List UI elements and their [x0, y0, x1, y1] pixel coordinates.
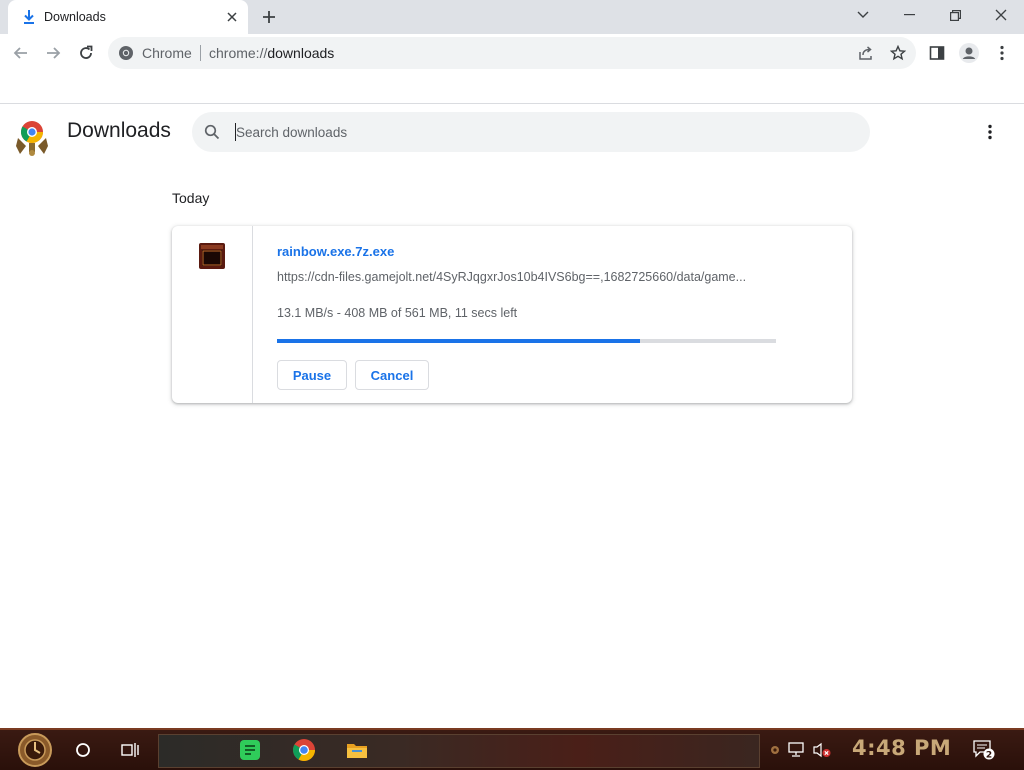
back-button[interactable]	[9, 41, 33, 65]
chrome-icon	[119, 46, 133, 60]
circle-icon	[76, 743, 90, 757]
chrome-logo-icon	[16, 121, 48, 156]
new-tab-button[interactable]	[259, 7, 279, 27]
download-progress-bar	[277, 339, 776, 343]
start-button[interactable]	[12, 732, 58, 768]
kebab-menu-icon	[988, 124, 992, 140]
network-icon	[788, 742, 804, 757]
search-input[interactable]	[236, 122, 836, 142]
tray-overflow-icon[interactable]	[765, 740, 785, 760]
tab-downloads[interactable]: Downloads	[8, 0, 248, 34]
notification-icon: 2	[973, 740, 995, 760]
page-title: Downloads	[67, 119, 171, 142]
plus-icon	[263, 11, 275, 23]
reload-icon	[80, 45, 93, 59]
url-host: downloads	[267, 45, 335, 61]
taskbar-app-notes[interactable]	[234, 734, 266, 766]
site-chip-label: Chrome	[142, 45, 192, 61]
download-icon-column	[172, 226, 253, 403]
minimize-button[interactable]	[886, 0, 932, 30]
restore-button[interactable]	[932, 0, 978, 30]
browser-menu-button[interactable]	[990, 41, 1014, 65]
toolbar: Chrome chrome://downloads	[0, 34, 1024, 72]
url-scheme: chrome://	[209, 45, 268, 61]
download-icon	[24, 10, 34, 24]
steampunk-start-icon	[18, 733, 52, 767]
cortana-button[interactable]	[67, 734, 99, 766]
file-name-link[interactable]: rainbow.exe.7z.exe	[277, 244, 394, 259]
text-caret	[235, 123, 236, 141]
folder-icon	[347, 744, 367, 758]
source-url[interactable]: https://cdn-files.gamejolt.net/4SyRJqgxr…	[277, 270, 777, 284]
taskbar-clock[interactable]: 4:48 PM	[852, 736, 951, 760]
minimize-icon	[903, 14, 915, 16]
tab-close-button[interactable]	[224, 9, 240, 25]
gear-icon	[771, 746, 779, 754]
cancel-button[interactable]: Cancel	[355, 360, 429, 390]
chevron-down-icon	[857, 11, 869, 18]
progress-fill	[277, 339, 640, 343]
share-icon	[859, 46, 872, 60]
arrow-left-icon	[13, 47, 27, 59]
url-text: chrome://downloads	[209, 45, 334, 61]
network-icon[interactable]	[787, 740, 807, 760]
action-center-button[interactable]: 2	[972, 740, 996, 760]
close-icon	[995, 9, 1007, 21]
download-status: 13.1 MB/s - 408 MB of 561 MB, 11 secs le…	[277, 306, 518, 320]
taskbar-app-chrome[interactable]	[288, 734, 320, 766]
tab-title: Downloads	[44, 10, 106, 24]
search-icon	[204, 124, 220, 140]
address-bar[interactable]: Chrome chrome://downloads	[108, 37, 916, 69]
pause-button[interactable]: Pause	[277, 360, 347, 390]
arrow-right-icon	[47, 47, 61, 59]
page-menu-button[interactable]	[978, 120, 1002, 144]
executable-file-icon	[199, 243, 225, 269]
forward-button[interactable]	[41, 41, 65, 65]
omnibox-separator	[200, 45, 201, 61]
taskbar: 4:48 PM 2	[0, 728, 1024, 770]
speaker-muted-icon	[813, 742, 831, 758]
kebab-menu-icon	[1000, 45, 1004, 61]
star-icon	[890, 45, 906, 61]
download-item: rainbow.exe.7z.exe https://cdn-files.gam…	[172, 226, 852, 403]
restore-icon	[949, 9, 961, 21]
notes-app-icon	[240, 740, 260, 760]
task-view-button[interactable]	[114, 734, 146, 766]
share-button[interactable]	[854, 41, 878, 65]
side-panel-icon	[929, 46, 945, 60]
profile-button[interactable]	[957, 41, 981, 65]
notification-count: 2	[986, 751, 992, 761]
reload-button[interactable]	[74, 41, 98, 65]
tab-search-button[interactable]	[840, 0, 886, 30]
profile-icon	[959, 43, 979, 63]
chrome-icon	[293, 739, 315, 761]
close-window-button[interactable]	[978, 0, 1024, 30]
task-view-icon	[121, 743, 139, 757]
close-icon	[227, 12, 237, 22]
tab-strip: Downloads	[0, 0, 1024, 34]
bookmark-button[interactable]	[886, 41, 910, 65]
header-divider	[0, 103, 1024, 104]
side-panel-button[interactable]	[925, 41, 949, 65]
volume-muted-icon[interactable]	[812, 740, 832, 760]
section-date-header: Today	[172, 190, 210, 206]
taskbar-app-file-explorer[interactable]	[341, 734, 373, 766]
search-bar[interactable]	[192, 112, 870, 152]
